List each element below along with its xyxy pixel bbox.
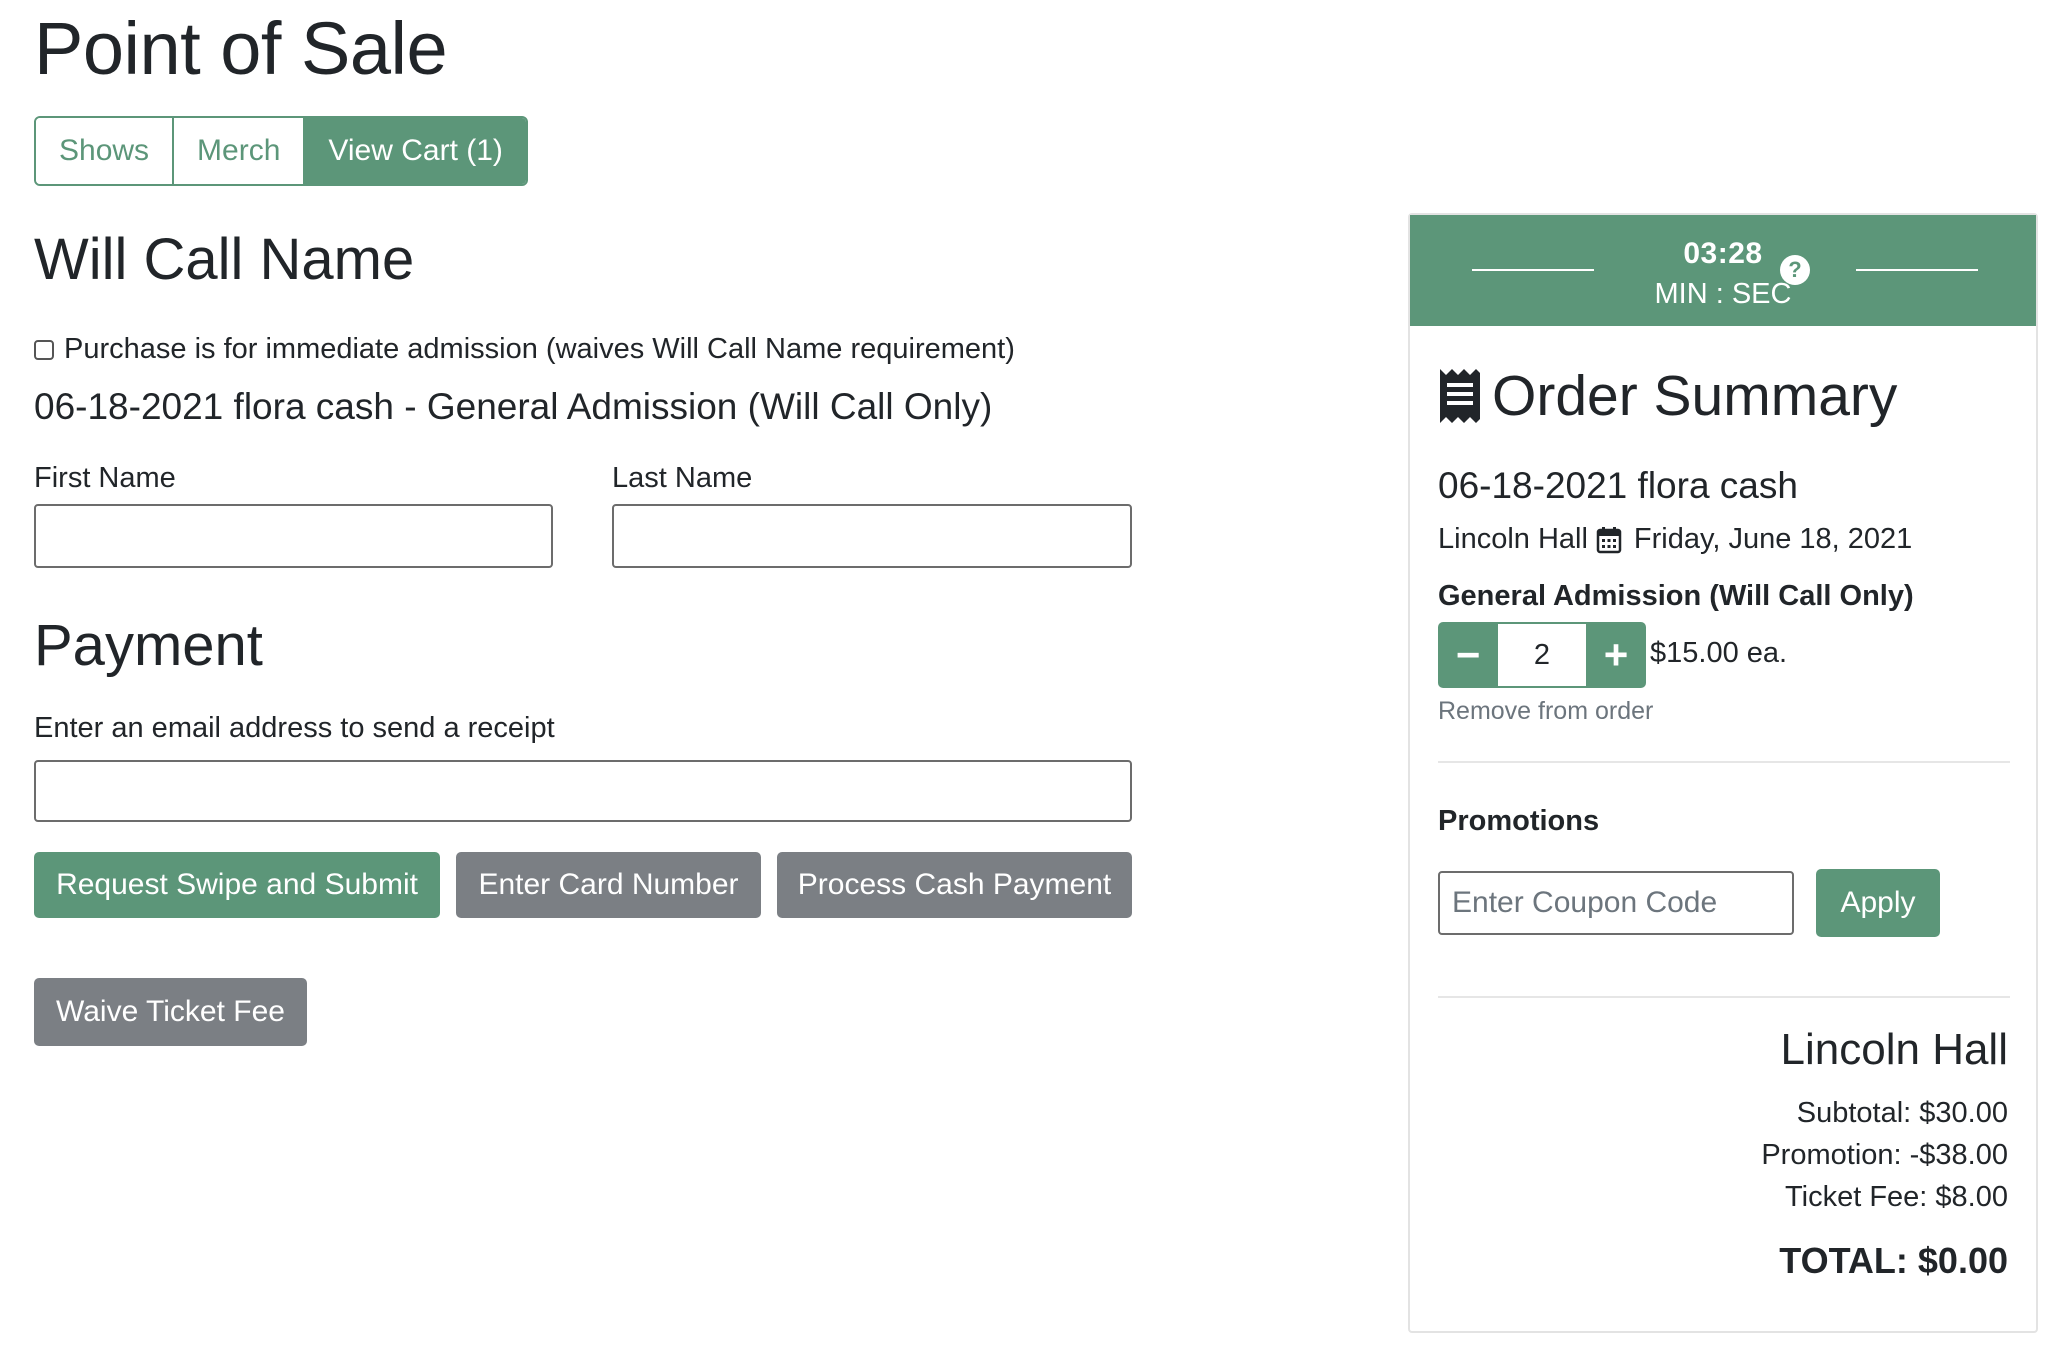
summary-show-name: 06-18-2021 flora cash [1438,465,1798,506]
tab-view-cart[interactable]: View Cart (1) [303,118,526,184]
first-name-label: First Name [34,462,176,494]
order-summary-title-text: Order Summary [1492,364,1898,428]
pos-app: Point of Sale Shows Merch View Cart (1) … [0,0,2064,1354]
tab-shows[interactable]: Shows [36,118,173,184]
quantity-value[interactable]: 2 [1498,622,1586,688]
increment-button[interactable]: + [1586,622,1646,688]
email-input[interactable] [34,760,1132,822]
summary-venue: Lincoln Hall [1438,523,1588,555]
reservation-timer: 03:28 MIN : SEC ? [1410,215,2036,326]
summary-venue-date: Lincoln Hall Friday, June 18, 2021 [1438,523,1912,556]
question-circle-icon[interactable]: ? [1780,255,1810,285]
totals-venue-heading: Lincoln Hall [1780,1025,2008,1074]
promotions-title: Promotions [1438,805,1600,837]
remove-from-order-link[interactable]: Remove from order [1438,697,1653,726]
last-name-label: Last Name [612,462,753,494]
subtotal-line: Subtotal: $30.00 [1796,1097,2008,1129]
timer-unit: MIN : SEC [1654,278,1792,310]
summary-divider-1 [1438,761,2010,763]
enter-card-number-button[interactable]: Enter Card Number [456,852,761,918]
request-swipe-button[interactable]: Request Swipe and Submit [34,852,440,918]
ticket-fee-line: Ticket Fee: $8.00 [1785,1181,2008,1213]
order-summary-panel: 03:28 MIN : SEC ? Order Summary 06-18-20… [1408,213,2038,1333]
first-name-input[interactable] [34,504,553,568]
tab-merch[interactable]: Merch [172,118,304,184]
order-summary-title: Order Summary [1438,365,1897,428]
last-name-input[interactable] [612,504,1132,568]
waive-ticket-fee-button[interactable]: Waive Ticket Fee [34,978,307,1046]
page-title: Point of Sale [34,7,448,90]
payment-heading: Payment [34,613,263,678]
apply-coupon-button[interactable]: Apply [1816,869,1940,937]
decrement-button[interactable]: − [1438,622,1498,688]
immediate-admission-checkbox[interactable] [34,339,54,360]
email-label: Enter an email address to send a receipt [34,712,555,744]
nav-tabs: Shows Merch View Cart (1) [34,116,528,186]
immediate-admission-row[interactable]: Purchase is for immediate admission (wai… [34,333,1015,366]
price-each: $15.00 ea. [1650,637,1788,669]
calendar-icon [1596,526,1622,553]
summary-date: Friday, June 18, 2021 [1633,523,1913,555]
will-call-heading: Will Call Name [34,227,415,292]
quantity-stepper: − 2 + [1438,622,1646,688]
promotion-line: Promotion: -$38.00 [1761,1139,2008,1171]
immediate-admission-label: Purchase is for immediate admission (wai… [64,333,1015,365]
summary-divider-2 [1438,996,2010,998]
timer-value: 03:28 [1683,237,1763,270]
process-cash-payment-button[interactable]: Process Cash Payment [777,852,1132,918]
summary-ticket-type: General Admission (Will Call Only) [1438,580,1914,612]
total-line: TOTAL: $0.00 [1779,1240,2008,1281]
coupon-code-input[interactable] [1438,871,1794,935]
receipt-icon [1440,369,1480,424]
ticket-line: 06-18-2021 flora cash - General Admissio… [34,386,993,427]
